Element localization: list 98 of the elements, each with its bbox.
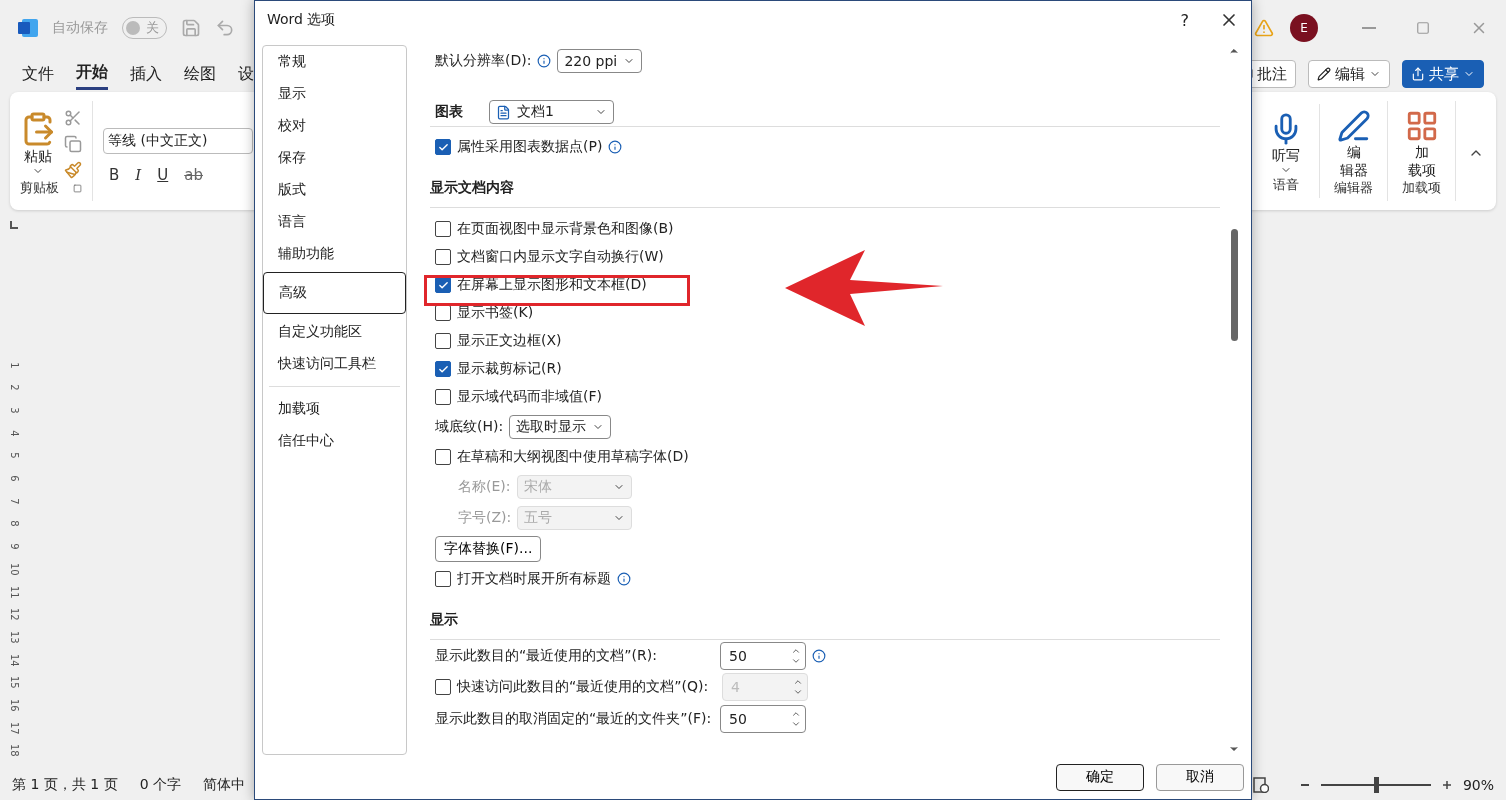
ribbon-command[interactable]: 编 辑器 bbox=[1336, 108, 1371, 180]
group-label: 语音 bbox=[1272, 176, 1299, 195]
checkbox[interactable] bbox=[435, 389, 451, 405]
category-item[interactable]: 加载项 bbox=[263, 393, 406, 425]
field-label: 域底纹(H): bbox=[435, 418, 504, 436]
option-label: 在草稿和大纲视图中使用草稿字体(D) bbox=[457, 448, 689, 466]
pencil-icon bbox=[1317, 67, 1331, 81]
checkmark-icon bbox=[437, 363, 449, 375]
option-label: 显示裁剪标记(R) bbox=[457, 360, 562, 378]
font-substitution-button[interactable]: 字体替换(F)... bbox=[435, 536, 542, 562]
pen-icon bbox=[1336, 108, 1371, 143]
ribbon-tab[interactable]: 文件 bbox=[22, 59, 54, 89]
category-item[interactable]: 高级 bbox=[263, 272, 406, 314]
checkbox[interactable] bbox=[435, 221, 451, 237]
option-label: 在屏幕上显示图形和文本框(D) bbox=[457, 276, 647, 294]
checkbox[interactable] bbox=[435, 361, 451, 377]
category-item[interactable]: 显示 bbox=[263, 78, 406, 110]
checkbox[interactable] bbox=[435, 449, 451, 465]
document-icon bbox=[496, 104, 511, 120]
category-item[interactable]: 辅助功能 bbox=[263, 238, 406, 270]
autosave-label: 自动保存 bbox=[52, 19, 108, 37]
share-button[interactable]: 共享 bbox=[1402, 60, 1484, 88]
dropdown[interactable]: 文档1 bbox=[489, 100, 614, 124]
ribbon-tab[interactable]: 插入 bbox=[130, 59, 162, 89]
scissors-icon bbox=[64, 109, 82, 127]
format-button[interactable]: B bbox=[103, 165, 126, 184]
group-label: 加载项 bbox=[1402, 179, 1441, 198]
field-label: 名称(E): bbox=[458, 477, 511, 496]
field-label: 显示此数目的取消固定的“最近的文件夹”(F): bbox=[435, 709, 713, 728]
group-label: 编辑器 bbox=[1334, 179, 1373, 198]
warning-icon bbox=[1254, 18, 1274, 38]
option-label: 文档窗口内显示文字自动换行(W) bbox=[457, 248, 664, 266]
vertical-ruler: 1 2 3 4 5 6 7 8 9 10 11 12 13 14 15 16 17 18 bbox=[8, 360, 22, 759]
format-button[interactable]: I bbox=[129, 165, 148, 184]
group-label: 剪贴板 bbox=[20, 179, 59, 197]
edit-button[interactable]: 编辑 bbox=[1308, 60, 1390, 88]
option-label: 快速访问此数目的“最近使用的文档”(Q): bbox=[457, 678, 710, 696]
save-icon bbox=[181, 18, 201, 38]
word-logo-icon bbox=[18, 19, 38, 37]
option-label: 显示书签(K) bbox=[457, 304, 534, 322]
checkbox[interactable] bbox=[435, 249, 451, 265]
checkbox[interactable] bbox=[435, 139, 451, 155]
section-label: 图表 bbox=[435, 103, 464, 121]
dropdown[interactable]: 选取时显示 bbox=[509, 415, 612, 439]
section-heading: 显示文档内容 bbox=[430, 167, 1220, 208]
ribbon-command[interactable]: 听写 bbox=[1268, 111, 1303, 177]
category-item[interactable]: 常规 bbox=[263, 46, 406, 78]
field-label: 字号(Z): bbox=[458, 508, 512, 527]
caret-icon bbox=[793, 687, 803, 697]
format-painter-icon bbox=[64, 161, 82, 179]
number-spinner[interactable]: 50 bbox=[720, 641, 806, 670]
minimize-icon bbox=[1362, 27, 1376, 29]
language-status: 简体中 bbox=[203, 776, 245, 794]
scrollbar-thumb[interactable] bbox=[1230, 229, 1238, 341]
category-item[interactable]: 保存 bbox=[263, 142, 406, 174]
ok-button[interactable]: 确定 bbox=[1056, 763, 1144, 791]
zoom-in-icon bbox=[1442, 781, 1451, 789]
checkbox[interactable] bbox=[435, 333, 451, 349]
category-item[interactable]: 信任中心 bbox=[263, 425, 406, 457]
copy-icon bbox=[64, 135, 82, 153]
paste-button[interactable]: 粘贴 bbox=[20, 110, 56, 178]
caret-up-icon bbox=[793, 677, 803, 687]
zoom-level: 90% bbox=[1462, 777, 1494, 793]
ribbon-tab[interactable]: 绘图 bbox=[184, 59, 216, 89]
category-item[interactable]: 自定义功能区 bbox=[263, 316, 406, 348]
cancel-button[interactable]: 取消 bbox=[1156, 763, 1244, 791]
category-item[interactable]: 快速访问工具栏 bbox=[263, 348, 406, 380]
checkbox[interactable] bbox=[435, 571, 451, 587]
dropdown[interactable]: 220 ppi bbox=[557, 49, 643, 73]
category-item[interactable]: 校对 bbox=[263, 110, 406, 142]
option-label: 属性采用图表数据点(P) bbox=[457, 138, 603, 156]
number-spinner[interactable]: 50 bbox=[720, 704, 806, 733]
user-avatar[interactable]: E bbox=[1290, 14, 1318, 42]
field-label: 显示此数目的“最近使用的文档”(R): bbox=[435, 646, 658, 665]
section-heading: 显示 bbox=[430, 599, 1220, 640]
font-name-field[interactable]: 等线 (中文正文) bbox=[103, 127, 253, 154]
format-button[interactable]: ab bbox=[178, 165, 209, 184]
category-item[interactable]: 语言 bbox=[263, 206, 406, 238]
ribbon-tab[interactable]: 设 bbox=[238, 59, 254, 89]
option-label: 打开文档时展开所有标题 bbox=[457, 570, 611, 588]
field-label: 默认分辨率(D): bbox=[435, 52, 532, 70]
ribbon-command[interactable]: 加 载项 bbox=[1404, 108, 1439, 180]
restore-icon bbox=[1416, 21, 1430, 35]
format-button[interactable]: U bbox=[151, 165, 175, 184]
word-count: 0 个字 bbox=[139, 776, 181, 794]
undo-icon bbox=[215, 18, 235, 38]
checkmark-icon bbox=[437, 279, 449, 291]
category-item[interactable]: 版式 bbox=[263, 174, 406, 206]
option-label: 显示域代码而非域值(F) bbox=[457, 388, 602, 406]
help-button[interactable]: ? bbox=[1180, 10, 1189, 30]
checkmark-icon bbox=[437, 141, 449, 153]
tab-stop-icon bbox=[10, 221, 18, 229]
option-label: 显示正文边框(X) bbox=[457, 332, 562, 350]
share-icon bbox=[1411, 67, 1425, 81]
page-count: 第 1 页，共 1 页 bbox=[12, 776, 118, 794]
option-label: 在页面视图中显示背景色和图像(B) bbox=[457, 220, 674, 238]
launcher-icon bbox=[73, 183, 82, 193]
dialog-title: Word 选项 bbox=[267, 11, 336, 29]
